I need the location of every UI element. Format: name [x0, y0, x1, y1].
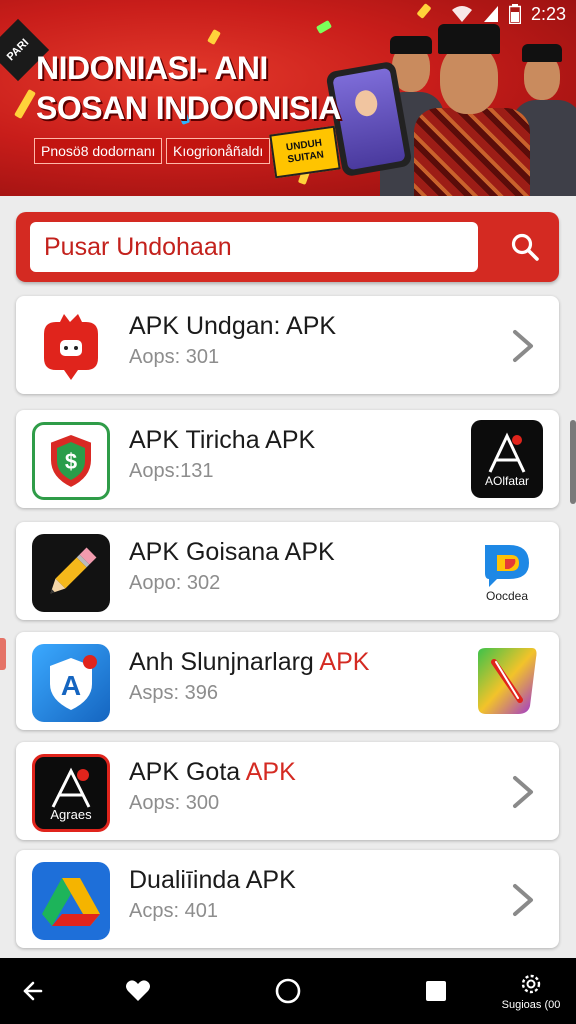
item-title: APK Gota APK — [129, 758, 296, 786]
side-icon-label: AOlfatar — [484, 474, 529, 488]
person-center — [410, 16, 530, 196]
search-input[interactable] — [30, 222, 478, 272]
status-bar: 2:23 — [0, 0, 576, 28]
back-button[interactable] — [12, 958, 52, 1024]
square-icon — [426, 981, 446, 1001]
confetti — [207, 28, 221, 46]
triangle-drive-icon — [32, 862, 110, 940]
chevron-right-icon[interactable] — [507, 882, 537, 918]
gradient-x-icon[interactable] — [471, 642, 543, 720]
favorites-button[interactable] — [118, 958, 158, 1024]
promo-banner[interactable]: PARI NIDONIASI- ANI SOSAN INDOONISIA Pno… — [0, 0, 576, 196]
wifi-icon — [451, 5, 473, 23]
battery-icon — [508, 4, 521, 24]
search-icon — [511, 233, 539, 261]
oocdea-logo-icon[interactable]: Oocdea — [471, 532, 543, 610]
download-sticker[interactable]: UNDUH SUITAN — [269, 125, 341, 179]
chevron-right-icon[interactable] — [507, 774, 537, 810]
item-subtitle: Asps: 396 — [129, 682, 218, 704]
home-circle-icon — [275, 978, 301, 1004]
headline-line-1: NIDONIASI- ANI — [36, 50, 268, 86]
svg-text:$: $ — [65, 449, 77, 474]
svg-text:A: A — [61, 670, 81, 701]
scrollbar[interactable] — [570, 420, 576, 504]
gear-icon — [521, 974, 541, 994]
search-button[interactable] — [507, 229, 543, 265]
recents-button[interactable] — [416, 958, 456, 1024]
signal-icon — [483, 5, 499, 23]
confetti — [14, 89, 36, 119]
item-title: Anh Slunjnarlarg APK — [129, 648, 370, 676]
edge-tab[interactable] — [0, 638, 6, 670]
status-time: 2:23 — [530, 3, 566, 24]
item-subtitle: Aops: 301 — [129, 346, 220, 368]
side-icon-label: Oocdea — [485, 589, 529, 603]
item-title: APK Undgan: APK — [129, 312, 337, 340]
list-item[interactable]: APK Undgan: APK Aops: 301 — [16, 296, 559, 394]
item-title: APK Tiricha APK — [129, 426, 316, 454]
chevron-right-icon[interactable] — [507, 328, 537, 364]
shield-a-icon: A — [32, 644, 110, 722]
list-item[interactable]: Agraes APK Gota APK Aops: 300 — [16, 742, 559, 840]
item-subtitle: Aops: 300 — [129, 792, 220, 814]
banner-pill-left[interactable]: Pnosö8 dodornanı — [34, 138, 163, 164]
cute-mascot-icon — [32, 308, 110, 386]
banner-headline: NIDONIASI- ANI SOSAN INDOONISIA — [36, 48, 341, 128]
banner-pill-right[interactable]: Kıogrionåñaldı — [166, 138, 271, 164]
home-button[interactable] — [268, 958, 308, 1024]
heart-icon — [126, 980, 150, 1001]
list-item[interactable]: APK Goisana APK Aopo: 302 Oocdea — [16, 522, 559, 620]
shield-dollar-icon: $ — [32, 422, 110, 500]
app-screen: PARI NIDONIASI- ANI SOSAN INDOONISIA Pno… — [0, 0, 576, 1024]
item-subtitle: Aops:131 — [129, 460, 214, 482]
item-subtitle: Acps: 401 — [129, 900, 218, 922]
item-subtitle: Aopo: 302 — [129, 572, 221, 594]
headline-line-2: SOSAN INDOONISIA — [36, 90, 341, 126]
pencil-icon — [32, 534, 110, 612]
search-bar — [16, 212, 559, 282]
aolfatar-icon[interactable]: AOlfatar — [471, 420, 543, 498]
back-arrow-icon — [23, 981, 43, 1001]
list-item[interactable]: A Anh Slunjnarlarg APK Asps: 396 — [16, 632, 559, 730]
item-title: APK Goisana APK — [129, 538, 335, 566]
settings-label: Sugioas (00 — [501, 999, 561, 1011]
agraes-icon: Agraes — [32, 754, 110, 832]
list-item[interactable]: Dualiīinda APK Acps: 401 — [16, 850, 559, 948]
list-item[interactable]: $ APK Tiricha APK Aops:131 AOlfatar — [16, 410, 559, 508]
navigation-bar: Sugioas (00 — [0, 958, 576, 1024]
item-title: Dualiīinda APK — [129, 866, 296, 894]
icon-label: Agraes — [50, 806, 92, 822]
settings-button[interactable]: Sugioas (00 — [494, 958, 568, 1024]
